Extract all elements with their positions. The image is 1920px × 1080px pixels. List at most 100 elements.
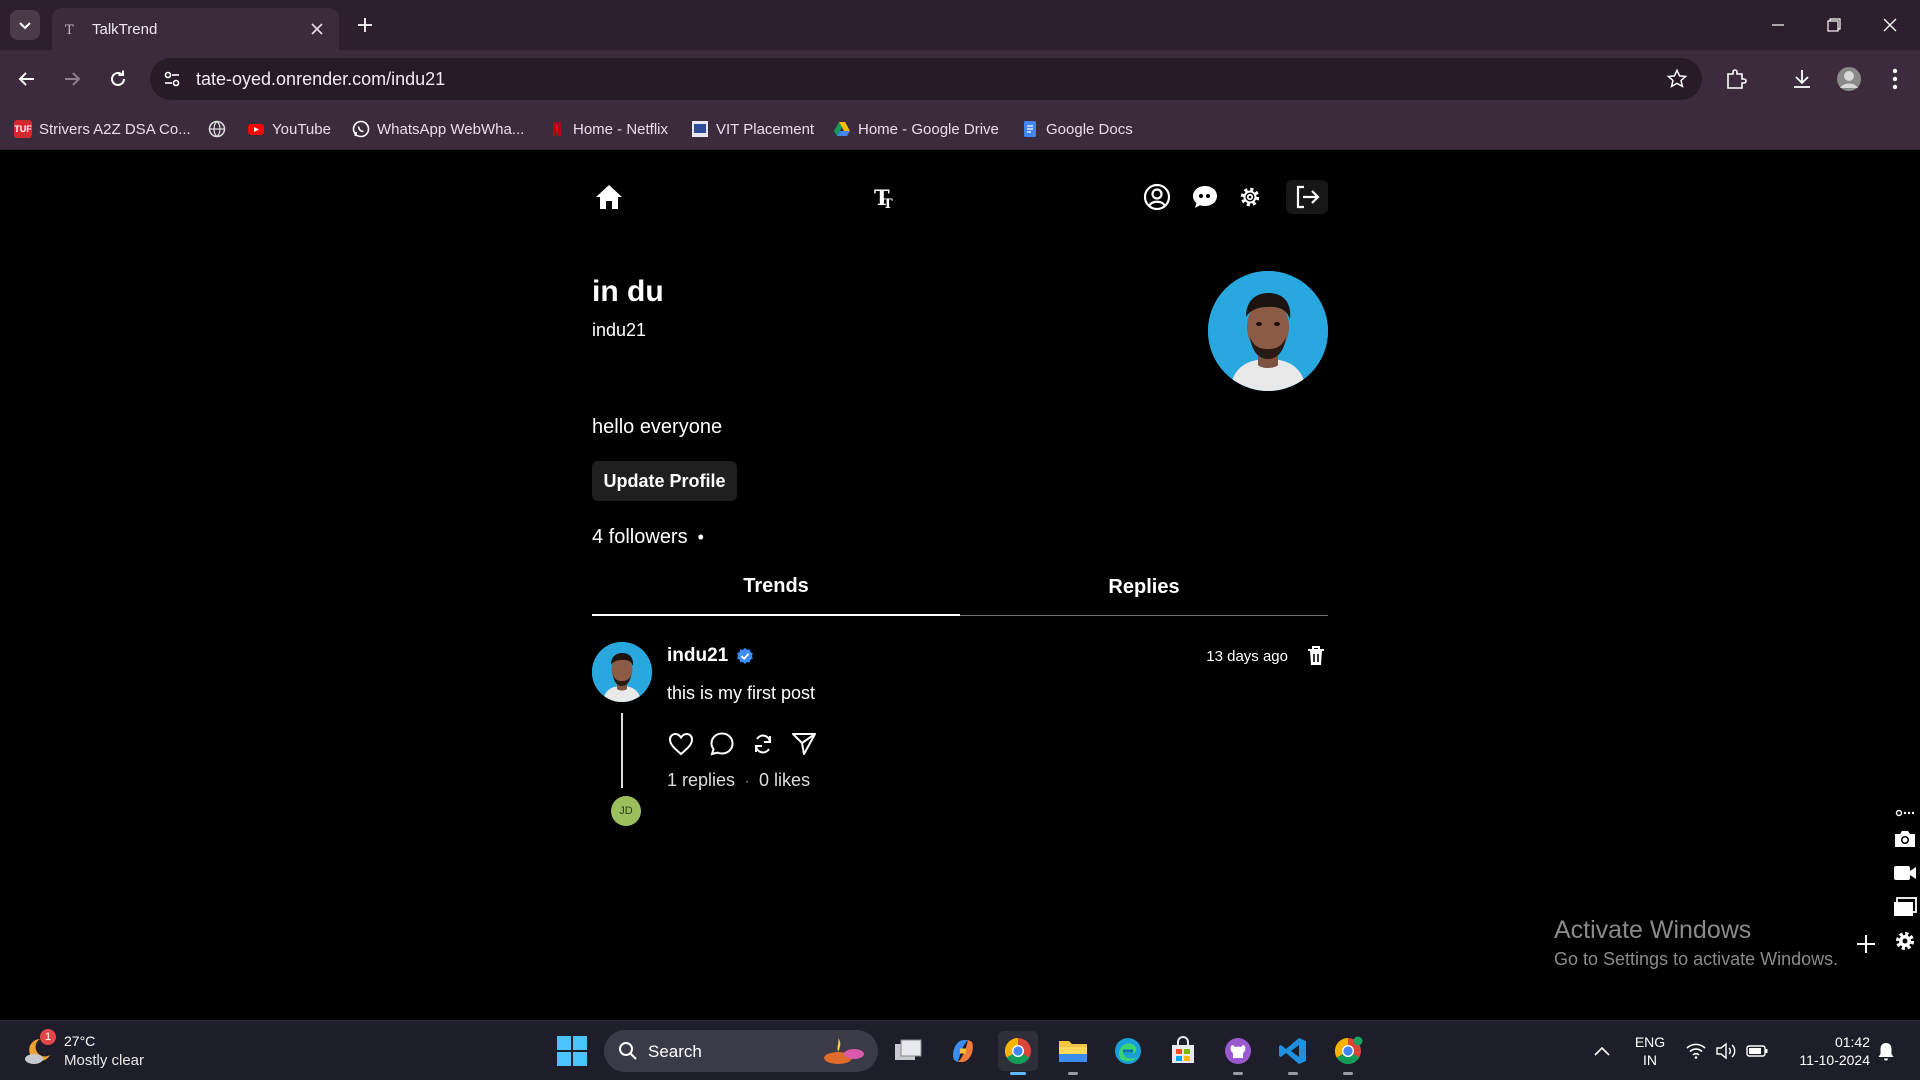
browser-menu-button[interactable]	[1880, 64, 1910, 94]
taskbar-search[interactable]: Search	[604, 1030, 878, 1072]
post-card[interactable]: JD indu21 13 days ago this is my first p…	[592, 640, 1328, 840]
like-button[interactable]	[667, 730, 695, 758]
bookmark-google-drive[interactable]: Home - Google Drive	[833, 117, 999, 141]
talktrend-page: TT in du indu21 hello everyone Update Pr…	[0, 150, 1920, 1020]
language-indicator[interactable]: ENG IN	[1630, 1033, 1670, 1069]
repost-button[interactable]	[749, 730, 777, 758]
bookmark-label: YouTube	[272, 120, 331, 138]
svg-text:T: T	[65, 23, 74, 37]
post-author[interactable]: indu21	[667, 645, 754, 667]
reload-button[interactable]	[103, 64, 133, 94]
profile-tabs: Trends Replies	[592, 558, 1328, 616]
browser-tab-bar: T TalkTrend	[0, 0, 1920, 50]
profile-icon[interactable]	[1140, 180, 1174, 214]
browser-tab-active[interactable]: T TalkTrend	[52, 8, 339, 50]
close-icon	[1883, 18, 1897, 32]
tab-close-icon[interactable]	[307, 19, 327, 39]
bookmark-label: Home - Google Drive	[858, 120, 999, 138]
post-username[interactable]: indu21	[667, 645, 728, 667]
lang-region: IN	[1643, 1052, 1657, 1068]
video-camera-icon[interactable]	[1892, 860, 1918, 886]
home-icon[interactable]	[592, 180, 626, 214]
logout-icon[interactable]	[1286, 180, 1328, 214]
notification-bell-icon[interactable]	[1874, 1035, 1898, 1067]
reply-button[interactable]	[708, 730, 736, 758]
window-capture-icon[interactable]	[1892, 894, 1918, 920]
new-tab-button[interactable]	[352, 12, 378, 38]
youtube-icon	[248, 124, 264, 135]
weather-badge: 1	[40, 1029, 56, 1045]
like-count[interactable]: 0 likes	[759, 770, 810, 791]
update-profile-button[interactable]: Update Profile	[592, 461, 737, 501]
profile-bio: hello everyone	[592, 416, 723, 438]
weather-widget[interactable]: 1 27°C Mostly clear	[22, 1029, 222, 1073]
bookmark-strivers[interactable]: TUF Strivers A2Z DSA Co...	[14, 117, 191, 141]
browser-toolbar: tate-oyed.onrender.com/indu21	[0, 50, 1920, 108]
windows-start-icon[interactable]	[556, 1035, 588, 1067]
post-author-avatar[interactable]	[592, 642, 652, 702]
settings-icon[interactable]	[1233, 180, 1267, 214]
volume-icon[interactable]	[1714, 1035, 1738, 1067]
tab-replies[interactable]: Replies	[960, 558, 1328, 616]
watermark-title: Activate Windows	[1554, 916, 1752, 944]
bookmark-google-docs[interactable]: Google Docs	[1021, 117, 1133, 141]
file-explorer-icon[interactable]	[1053, 1031, 1093, 1075]
gear-icon[interactable]	[1892, 928, 1918, 954]
bookmark-globe[interactable]	[208, 117, 233, 141]
downloads-button[interactable]	[1787, 64, 1817, 94]
chrome-profile-icon[interactable]	[1328, 1031, 1368, 1075]
share-button[interactable]	[790, 730, 818, 758]
camera-icon[interactable]	[1892, 826, 1918, 852]
logo-icon[interactable]: TT	[868, 180, 902, 214]
chrome-icon[interactable]	[998, 1031, 1038, 1075]
store-icon[interactable]	[1163, 1031, 1203, 1071]
tab-title: TalkTrend	[92, 20, 158, 38]
bookmark-star-icon[interactable]	[1666, 68, 1688, 90]
google-drive-icon	[834, 122, 850, 136]
bookmark-label: Home - Netflix	[573, 120, 669, 138]
bookmark-label: VIT Placement	[716, 120, 815, 138]
plus-icon[interactable]	[1852, 930, 1880, 958]
github-desktop-icon[interactable]	[1218, 1031, 1258, 1075]
address-bar[interactable]: tate-oyed.onrender.com/indu21	[150, 58, 1702, 100]
task-view-icon[interactable]	[888, 1031, 928, 1071]
extensions-button[interactable]	[1721, 64, 1751, 94]
arrow-right-icon	[65, 72, 81, 86]
tab-search-button[interactable]	[10, 10, 40, 40]
followers-count[interactable]: 4 followers	[592, 526, 688, 549]
profile-username: indu21	[592, 320, 647, 340]
netflix-icon	[553, 122, 561, 136]
app-header: TT	[592, 180, 1328, 216]
forward-button[interactable]	[57, 64, 87, 94]
site-info-icon[interactable]	[162, 69, 182, 89]
copilot-icon[interactable]	[943, 1031, 983, 1071]
close-window-button[interactable]	[1870, 10, 1910, 40]
chat-icon[interactable]	[1188, 180, 1222, 214]
bookmark-netflix[interactable]: Home - Netflix	[548, 117, 668, 141]
trash-icon[interactable]	[1304, 644, 1328, 668]
arrow-left-icon	[18, 72, 34, 86]
activate-windows-watermark: Activate Windows Go to Settings to activ…	[1554, 916, 1838, 970]
search-icon	[619, 1042, 637, 1060]
bookmark-youtube[interactable]: YouTube	[247, 117, 331, 141]
back-button[interactable]	[12, 64, 42, 94]
restore-button[interactable]	[1814, 10, 1854, 40]
post-stats: 1 replies · 0 likes	[667, 770, 810, 791]
battery-icon[interactable]	[1744, 1035, 1770, 1067]
wifi-icon[interactable]	[1684, 1035, 1708, 1067]
search-label: Search	[648, 1042, 702, 1061]
profile-avatar-icon	[1837, 67, 1861, 91]
chevron-up-icon[interactable]	[1590, 1035, 1614, 1067]
bookmark-whatsapp[interactable]: WhatsApp WebWha...	[352, 117, 524, 141]
bookmark-vit[interactable]: VIT Placement	[691, 117, 814, 141]
link-icon[interactable]	[1892, 800, 1918, 826]
tab-trends[interactable]: Trends	[592, 558, 960, 616]
reply-avatar[interactable]: JD	[611, 796, 641, 826]
minimize-button[interactable]	[1758, 10, 1798, 40]
more-vertical-icon	[1892, 68, 1898, 90]
reply-count[interactable]: 1 replies	[667, 770, 735, 791]
vscode-icon[interactable]	[1273, 1031, 1313, 1075]
profile-avatar-button[interactable]	[1834, 64, 1864, 94]
edge-icon[interactable]	[1108, 1031, 1148, 1071]
system-clock[interactable]: 01:42 11-10-2024	[1780, 1033, 1870, 1069]
